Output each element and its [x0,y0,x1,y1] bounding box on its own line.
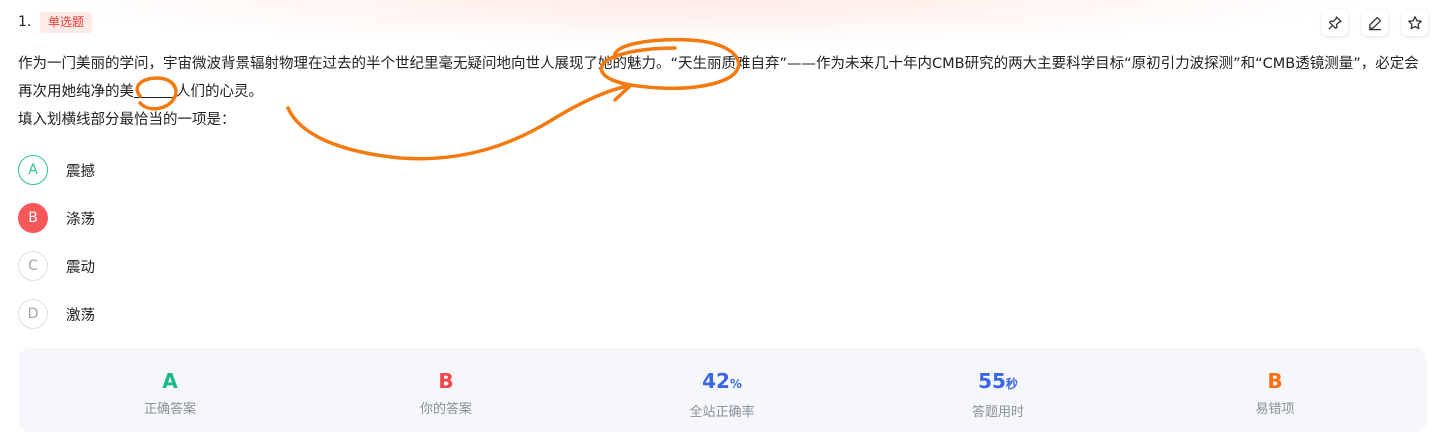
common-wrong-value: B [1267,369,1283,393]
option-a[interactable]: A 震撼 [18,154,95,186]
stat-time-used: 55秒 答题用时 [898,348,1098,420]
option-b[interactable]: B 涤荡 [18,202,95,234]
stat-common-wrong: B 易错项 [1175,348,1375,417]
star-icon [1408,16,1422,30]
stat-your-answer: B 你的答案 [346,348,546,417]
answer-stats-panel: A 正确答案 B 你的答案 42% 全站正确率 55秒 答题用时 B 易错项 [18,348,1427,432]
common-wrong-label: 易错项 [1255,402,1295,417]
edit-button[interactable] [1362,10,1388,36]
question-number: 1. [18,14,32,30]
correct-answer-value: A [162,369,178,393]
your-answer-label: 你的答案 [419,402,472,417]
stem-text-after-blank: 人们的心灵。 [176,84,263,100]
pin-button[interactable] [1322,10,1348,36]
accuracy-unit: % [729,377,742,391]
time-used-unit: 秒 [1005,377,1018,391]
correct-answer-label: 正确答案 [143,402,196,417]
edit-icon [1368,16,1382,31]
your-answer-value: B [438,369,454,393]
option-b-text: 涤荡 [66,211,95,228]
question-type-tag: 单选题 [40,12,93,33]
option-c-text: 震动 [66,259,95,276]
favorite-button[interactable] [1402,10,1428,36]
option-b-letter: B [18,203,48,233]
time-used-label: 答题用时 [971,405,1024,420]
option-a-text: 震撼 [66,163,95,180]
option-c[interactable]: C 震动 [18,250,95,282]
option-d-letter: D [18,299,48,329]
stat-correct-answer: A 正确答案 [70,348,270,417]
question-stem: 作为一门美丽的学问，宇宙微波背景辐射物理在过去的半个世纪里毫无疑问地向世人展现了… [18,50,1428,134]
option-d-text: 激荡 [66,307,95,324]
stat-accuracy: 42% 全站正确率 [622,348,822,420]
question-prompt: 填入划横线部分最恰当的一项是： [18,112,236,128]
time-used-value: 55 [978,369,1006,393]
option-d[interactable]: D 激荡 [18,298,95,330]
accuracy-value: 42 [702,369,730,393]
answer-blank [134,83,176,98]
pin-icon [1328,16,1342,30]
option-a-letter: A [18,155,48,185]
option-c-letter: C [18,251,48,281]
accuracy-label: 全站正确率 [689,405,755,420]
